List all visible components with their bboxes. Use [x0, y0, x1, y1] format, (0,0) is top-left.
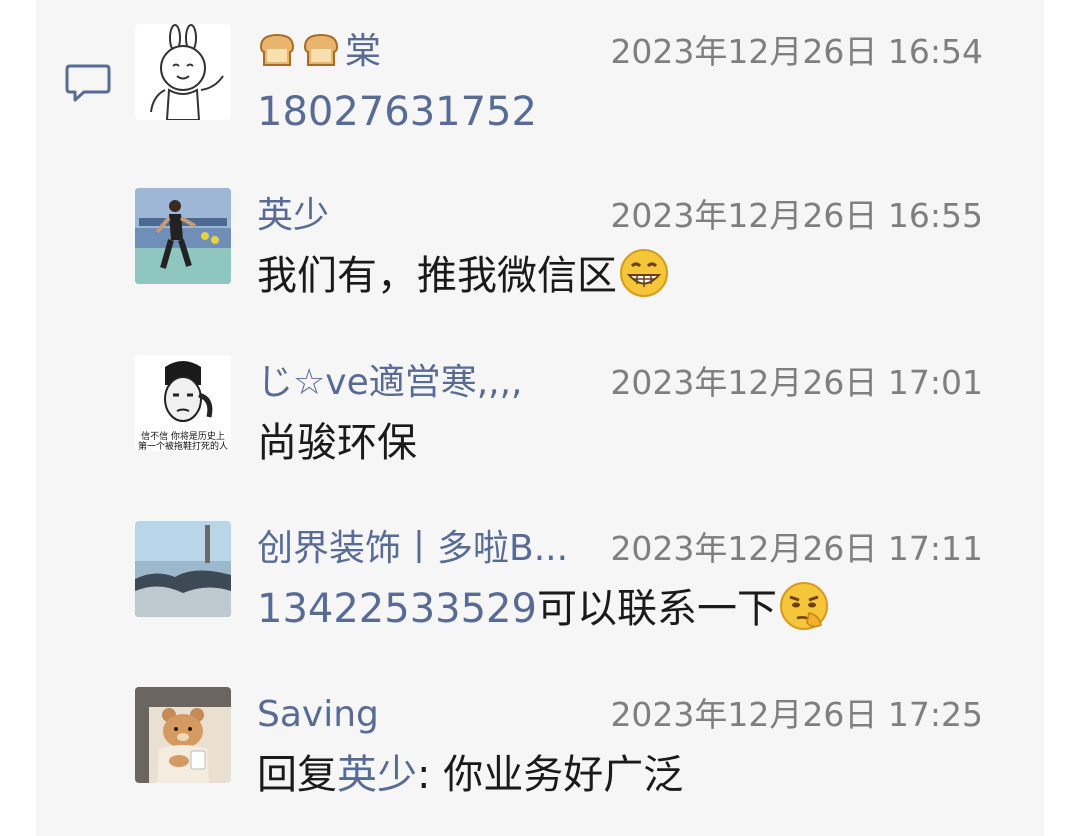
phone-link[interactable]: 18027631752 [257, 89, 537, 135]
comment-content: 13422533529可以联系一下 [257, 581, 829, 637]
comment-text: 我们有，推我微信区 [257, 253, 617, 299]
comment-item: Saving 2023年12月26日 17:25 回复英少: 你业务好广泛 [135, 687, 995, 798]
comment-item: 棠 2023年12月26日 16:54 18027631752 [135, 24, 995, 135]
meme-face-avatar: 信不信 你将是历史上 第一个被拖鞋打死的人 [135, 355, 231, 451]
commenter-name[interactable]: 英少 [257, 188, 329, 244]
avatar[interactable] [135, 188, 231, 284]
comment-text: 尚骏环保 [257, 420, 417, 466]
bread-emoji-icon [259, 33, 295, 66]
comment-item: 英少 2023年12月26日 16:55 我们有，推我微信区 [135, 188, 995, 299]
grin-emoji-icon [620, 249, 668, 297]
seashore-photo-avatar [135, 521, 231, 617]
comment-item: 信不信 你将是历史上 第一个被拖鞋打死的人 じ☆ve適営寒,,,, 2023年1… [135, 355, 995, 466]
name-text[interactable]: 棠 [345, 31, 381, 72]
reply-target-link[interactable]: 英少 [337, 752, 417, 798]
commenter-name[interactable]: 棠 [257, 24, 381, 80]
avatar[interactable] [135, 24, 231, 120]
avatar[interactable] [135, 687, 231, 783]
comment-time: 2023年12月26日 16:55 [610, 196, 983, 235]
commenter-name[interactable]: じ☆ve適営寒,,,, [257, 355, 523, 411]
comment-text: 可以联系一下 [536, 586, 777, 632]
smirk-emoji-icon [779, 582, 828, 630]
comment-content: 尚骏环保 [257, 415, 417, 471]
runner-photo-avatar [135, 188, 231, 284]
comment-content: 18027631752 [257, 84, 537, 140]
comment-time: 2023年12月26日 17:11 [610, 529, 983, 568]
avatar-caption-line1: 信不信 你将是历史上 [141, 430, 225, 442]
comment-text: : 你业务好广泛 [417, 752, 684, 798]
avatar[interactable]: 信不信 你将是历史上 第一个被拖鞋打死的人 [135, 355, 231, 451]
commenter-name[interactable]: 创界装饰丨多啦B... [257, 521, 568, 577]
comment-time: 2023年12月26日 16:54 [610, 32, 983, 71]
rabbit-sketch-avatar [135, 24, 231, 120]
avatar[interactable] [135, 521, 231, 617]
avatar-caption-line2: 第一个被拖鞋打死的人 [138, 440, 228, 451]
reply-prefix: 回复 [257, 752, 337, 798]
comment-time: 2023年12月26日 17:25 [610, 695, 983, 734]
bread-emoji-icon [303, 33, 339, 66]
comment-content: 回复英少: 你业务好广泛 [257, 747, 683, 803]
comment-content: 我们有，推我微信区 [257, 248, 669, 304]
comment-icon [65, 64, 111, 102]
commenter-name[interactable]: Saving [257, 687, 379, 743]
comment-item: 创界装饰丨多啦B... 2023年12月26日 17:11 1342253352… [135, 521, 995, 632]
comment-time: 2023年12月26日 17:01 [610, 363, 983, 402]
bear-driver-avatar [135, 687, 231, 783]
phone-link[interactable]: 13422533529 [257, 586, 537, 632]
